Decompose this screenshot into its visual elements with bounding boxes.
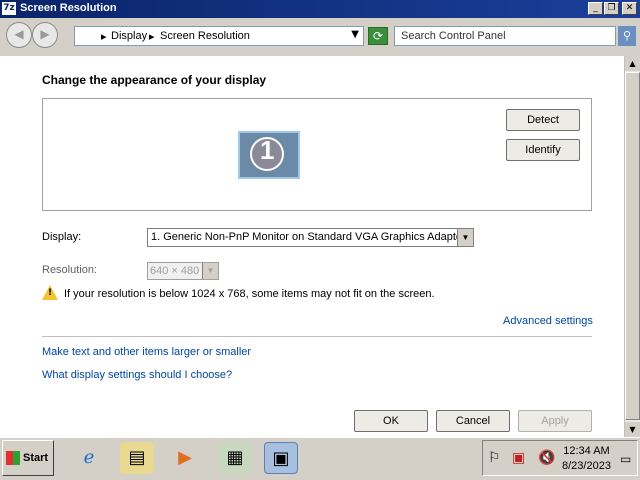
restore-button[interactable]: ❐ <box>604 2 619 15</box>
breadcrumb-display[interactable]: Display <box>111 30 147 42</box>
calculator-icon[interactable]: ▦ <box>218 442 252 474</box>
title-bar: 7z Screen Resolution _ ❐ ✕ <box>0 0 640 18</box>
ok-button[interactable]: OK <box>354 410 428 432</box>
resolution-label: Resolution: <box>42 264 98 276</box>
display-settings-help-link[interactable]: What display settings should I choose? <box>42 369 232 381</box>
network-error-icon[interactable]: ▣ <box>512 450 525 466</box>
volume-muted-icon[interactable]: 🔇 <box>538 450 555 466</box>
refresh-button[interactable]: ⟳ <box>368 27 388 45</box>
monitor-number: 1 <box>260 135 275 165</box>
app-icon: 7z <box>2 2 16 15</box>
display-select[interactable]: 1. Generic Non-PnP Monitor on Standard V… <box>147 228 474 247</box>
advanced-settings-link[interactable]: Advanced settings <box>503 315 593 327</box>
page-heading: Change the appearance of your display <box>42 73 267 87</box>
monitor-1-icon[interactable]: 1 <box>238 131 300 179</box>
address-bar[interactable]: ▸ Display ▸ Screen Resolution ▼ <box>74 26 364 46</box>
search-input[interactable]: Search Control Panel <box>394 26 616 46</box>
scroll-down-icon[interactable]: ▼ <box>625 422 640 437</box>
resolution-select-value: 640 × 480 <box>150 265 200 277</box>
back-button[interactable]: ◀ <box>6 22 32 48</box>
minimize-button[interactable]: _ <box>588 2 603 15</box>
search-icon[interactable]: ⚲ <box>618 26 636 46</box>
display-select-value: 1. Generic Non-PnP Monitor on Standard V… <box>151 231 466 243</box>
scroll-thumb[interactable] <box>625 72 640 420</box>
clock-date: 8/23/2023 <box>562 460 611 472</box>
clock-time: 12:34 AM <box>563 445 610 457</box>
text-size-link[interactable]: Make text and other items larger or smal… <box>42 346 251 358</box>
address-dropdown-icon[interactable]: ▼ <box>351 29 359 40</box>
identify-button[interactable]: Identify <box>506 139 580 161</box>
close-button[interactable]: ✕ <box>622 2 637 15</box>
vertical-scrollbar[interactable]: ▲ ▼ <box>624 56 640 437</box>
media-player-icon[interactable]: ▶ <box>168 442 202 474</box>
resolution-select: 640 × 480 ▼ <box>147 262 219 280</box>
apply-button: Apply <box>518 410 592 432</box>
system-tray <box>482 440 638 476</box>
back-arrow-icon: ◀ <box>14 27 24 41</box>
forward-arrow-icon: ▶ <box>40 27 50 41</box>
warning-text: If your resolution is below 1024 x 768, … <box>64 288 435 300</box>
window-title: Screen Resolution <box>20 2 117 14</box>
windows-logo-icon <box>6 451 20 465</box>
scroll-up-icon[interactable]: ▲ <box>625 56 640 71</box>
screen-resolution-taskbar-icon[interactable]: ▣ <box>264 442 298 474</box>
chevron-down-icon: ▼ <box>202 263 218 279</box>
detect-button[interactable]: Detect <box>506 109 580 131</box>
action-center-flag-icon[interactable]: ⚐ <box>488 450 501 466</box>
file-explorer-icon[interactable]: ▤ <box>120 442 154 474</box>
cancel-button[interactable]: Cancel <box>436 410 510 432</box>
divider <box>42 336 592 337</box>
breadcrumb-screen-resolution[interactable]: Screen Resolution <box>160 30 250 42</box>
warning-icon: ! <box>42 285 58 300</box>
start-label: Start <box>23 452 49 464</box>
internet-explorer-icon[interactable]: ℯ <box>72 442 106 474</box>
forward-button[interactable]: ▶ <box>32 22 58 48</box>
display-label: Display: <box>42 231 82 243</box>
clock[interactable]: 12:34 AM 8/23/2023 <box>562 444 611 474</box>
breadcrumb-arrow-icon: ▸ <box>149 31 155 43</box>
show-desktop-icon[interactable]: ▭ <box>620 452 631 466</box>
breadcrumb-arrow-icon: ▸ <box>101 31 107 43</box>
chevron-down-icon[interactable]: ▼ <box>457 229 473 246</box>
start-button[interactable]: Start <box>2 440 54 476</box>
